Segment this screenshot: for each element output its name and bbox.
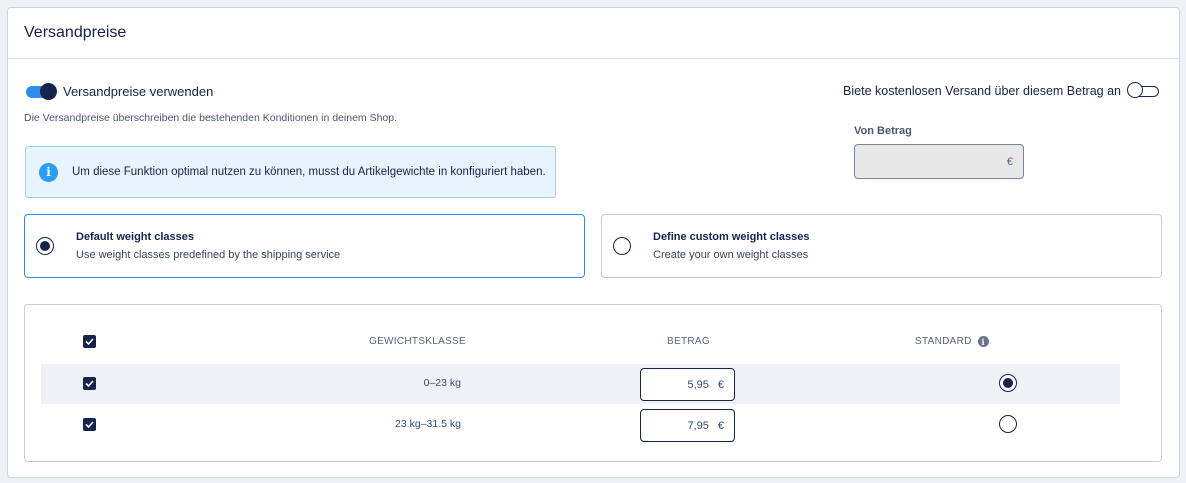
header-weight: GEWICHTSKLASSE: [369, 336, 466, 347]
use-shipping-prices-row: Versandpreise verwenden: [26, 82, 214, 100]
select-all-checkbox[interactable]: [83, 335, 96, 348]
weight-classes-table: GEWICHTSKLASSE BETRAG STANDARD i 0–23 kg …: [24, 304, 1162, 462]
header-standard-label: STANDARD: [915, 336, 972, 348]
card-header: Versandpreise: [8, 8, 1179, 59]
use-shipping-prices-label: Versandpreise verwenden: [63, 84, 214, 99]
von-betrag-label: Von Betrag: [854, 125, 912, 137]
option-subtitle: Use weight classes predefined by the shi…: [76, 249, 341, 261]
table-row: 0–23 kg 5,95 €: [41, 364, 1120, 404]
amount-input[interactable]: 7,95 €: [640, 409, 735, 442]
description-text: Die Versandpreise überschreiben die best…: [24, 112, 398, 124]
check-icon: [85, 338, 94, 346]
info-icon: i: [39, 162, 58, 182]
toggle-knob: [40, 82, 57, 100]
use-shipping-prices-toggle[interactable]: [26, 82, 57, 100]
free-shipping-toggle[interactable]: [1127, 82, 1159, 98]
info-banner: i Um diese Funktion optimal nutzen zu kö…: [25, 146, 556, 198]
free-shipping-label: Biete kostenlosen Versand über diesem Be…: [843, 84, 1121, 98]
page-title: Versandpreise: [24, 24, 127, 41]
weight-cell: 0–23 kg: [423, 377, 461, 389]
amount-value: 5,95: [687, 378, 709, 391]
von-betrag-input[interactable]: €: [854, 144, 1024, 179]
option-title: Define custom weight classes: [653, 231, 810, 243]
standard-radio[interactable]: [999, 415, 1017, 433]
amount-input[interactable]: 5,95 €: [640, 368, 735, 401]
custom-weight-radio[interactable]: [613, 237, 631, 255]
option-subtitle: Create your own weight classes: [653, 249, 809, 261]
toggle-knob: [1127, 82, 1143, 98]
option-title: Default weight classes: [76, 231, 194, 243]
amount-value: 7,95: [687, 419, 709, 432]
table-row: 23 kg–31.5 kg 7,95 €: [41, 405, 1120, 445]
default-weight-radio[interactable]: [36, 237, 54, 255]
shipping-prices-card: Versandpreise Versandpreise verwenden Di…: [7, 7, 1180, 478]
currency-symbol: €: [717, 419, 724, 432]
currency-symbol: €: [717, 378, 724, 391]
default-weight-classes-option[interactable]: Default weight classes Use weight classe…: [24, 214, 585, 278]
currency-symbol: €: [1006, 155, 1013, 168]
header-amount: BETRAG: [667, 336, 710, 347]
header-standard: STANDARD i: [915, 336, 989, 347]
free-shipping-row: Biete kostenlosen Versand über diesem Be…: [843, 82, 1159, 98]
standard-radio[interactable]: [999, 374, 1017, 392]
info-text: Um diese Funktion optimal nutzen zu könn…: [72, 166, 546, 178]
custom-weight-classes-option[interactable]: Define custom weight classes Create your…: [601, 214, 1162, 278]
info-icon[interactable]: i: [977, 336, 989, 347]
weight-cell: 23 kg–31.5 kg: [395, 418, 461, 430]
